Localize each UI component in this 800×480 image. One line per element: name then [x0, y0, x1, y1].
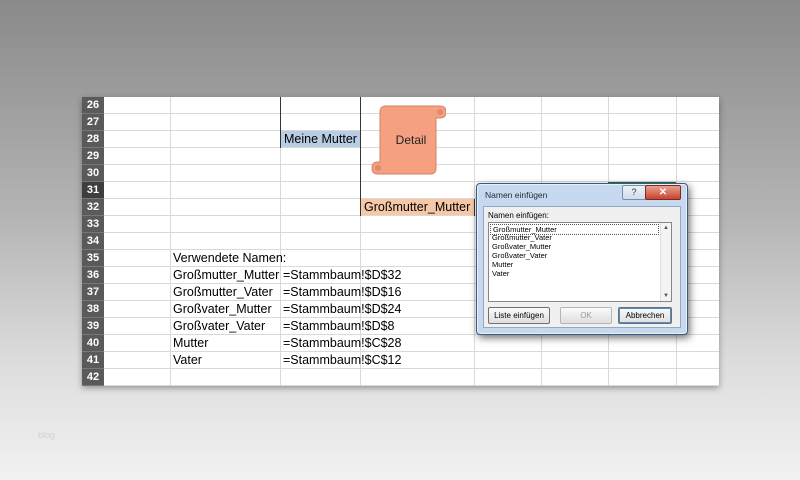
scroll-up-icon[interactable]: ▲	[663, 225, 669, 231]
names-listbox[interactable]: Großmutter_Mutter Großmutter_Vater Großv…	[488, 222, 672, 302]
ref-cell[interactable]: =Stammbaum!$C$12	[283, 352, 401, 369]
help-button[interactable]: ?	[622, 185, 646, 200]
gridline	[170, 97, 171, 386]
name-cell[interactable]: Großmutter_Mutter	[173, 267, 279, 284]
row-header-active[interactable]: 31	[82, 182, 104, 199]
row-header[interactable]: 29	[82, 148, 104, 165]
name-cell[interactable]: Vater	[173, 352, 202, 369]
row-header[interactable]: 32	[82, 199, 104, 216]
row-header[interactable]: 30	[82, 165, 104, 182]
ref-cell[interactable]: =Stammbaum!$D$32	[283, 267, 401, 284]
row-header[interactable]: 42	[82, 369, 104, 386]
detail-label: Detail	[395, 133, 427, 147]
list-item[interactable]: Großmutter_Vater	[492, 233, 552, 242]
list-item[interactable]: Vater	[492, 269, 509, 278]
list-item[interactable]: Großvater_Mutter	[492, 242, 551, 251]
row-header[interactable]: 41	[82, 352, 104, 369]
row-header[interactable]: 33	[82, 216, 104, 233]
name-cell[interactable]: Großvater_Mutter	[173, 301, 272, 318]
ok-button[interactable]: OK	[560, 307, 612, 324]
watermark: blog	[38, 430, 56, 440]
name-cell[interactable]: Mutter	[173, 335, 208, 352]
paste-names-dialog: Namen einfügen ? ✕ Namen einfügen: Großm…	[476, 183, 688, 335]
row-header[interactable]: 35	[82, 250, 104, 267]
list-label: Namen einfügen:	[488, 211, 549, 220]
row-header[interactable]: 39	[82, 318, 104, 335]
ref-cell[interactable]: =Stammbaum!$D$24	[283, 301, 401, 318]
list-item[interactable]: Mutter	[492, 260, 513, 269]
gridline	[474, 97, 475, 386]
row-header[interactable]: 28	[82, 131, 104, 148]
cell-grossmutter-mutter[interactable]: Großmutter_Mutter	[361, 199, 474, 215]
row-headers: 26 27 28 29 30 31 32 33 34 35 36 37 38 3…	[82, 97, 104, 386]
paste-list-button[interactable]: Liste einfügen	[488, 307, 550, 324]
cell-meine-mutter[interactable]: Meine Mutter	[281, 131, 360, 147]
ref-cell[interactable]: =Stammbaum!$C$28	[283, 335, 401, 352]
name-cell[interactable]: Großvater_Vater	[173, 318, 265, 335]
tree-connector	[474, 199, 475, 216]
row-header[interactable]: 40	[82, 335, 104, 352]
row-header[interactable]: 27	[82, 114, 104, 131]
row-header[interactable]: 34	[82, 233, 104, 250]
row-header[interactable]: 37	[82, 284, 104, 301]
name-cell[interactable]: Großmutter_Vater	[173, 284, 273, 301]
ref-cell[interactable]: =Stammbaum!$D$16	[283, 284, 401, 301]
close-button[interactable]: ✕	[645, 185, 681, 200]
row-header[interactable]: 38	[82, 301, 104, 318]
listbox-scrollbar[interactable]: ▲ ▼	[660, 223, 671, 301]
used-names-heading: Verwendete Namen:	[173, 251, 287, 265]
scroll-down-icon[interactable]: ▼	[663, 293, 669, 299]
gridline	[104, 385, 719, 386]
list-item[interactable]: Großvater_Vater	[492, 251, 547, 260]
dialog-title: Namen einfügen	[485, 190, 548, 200]
cancel-button[interactable]: Abbrechen	[618, 307, 672, 324]
dialog-body: Namen einfügen: Großmutter_Mutter Großmu…	[483, 206, 681, 328]
ref-cell[interactable]: =Stammbaum!$D$8	[283, 318, 395, 335]
row-header[interactable]: 36	[82, 267, 104, 284]
row-header[interactable]: 26	[82, 97, 104, 114]
